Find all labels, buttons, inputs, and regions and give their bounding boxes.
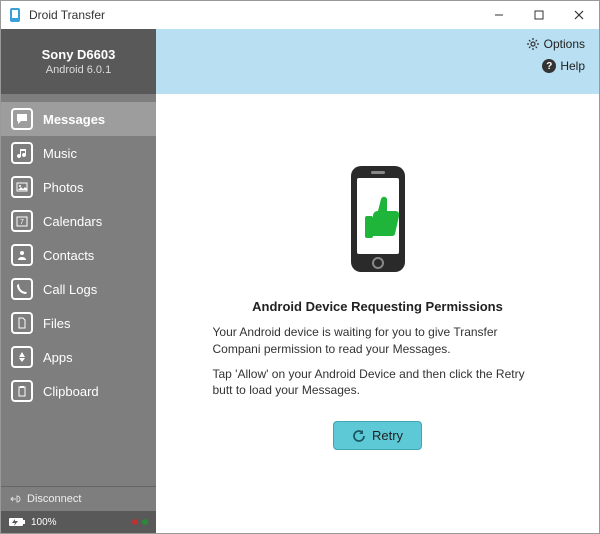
sidebar-item-label: Call Logs <box>43 282 97 297</box>
device-info: Sony D6603 Android 6.0.1 <box>1 29 156 94</box>
maximize-button[interactable] <box>519 1 559 29</box>
files-icon <box>11 312 33 334</box>
battery-percent: 100% <box>31 517 57 528</box>
help-label: Help <box>560 59 585 73</box>
clipboard-icon <box>11 380 33 402</box>
minimize-button[interactable] <box>479 1 519 29</box>
svg-text:7: 7 <box>20 219 24 226</box>
device-os: Android 6.0.1 <box>46 64 111 76</box>
permission-text-1: Your Android device is waiting for you t… <box>213 324 543 358</box>
window-title: Droid Transfer <box>29 8 479 22</box>
sidebar-item-messages[interactable]: Messages <box>1 102 156 136</box>
sidebar-item-contacts[interactable]: Contacts <box>1 238 156 272</box>
sidebar-item-label: Files <box>43 316 70 331</box>
sidebar-item-label: Clipboard <box>43 384 99 399</box>
message-icon <box>11 108 33 130</box>
sidebar-item-label: Music <box>43 146 77 161</box>
battery-icon <box>9 517 27 527</box>
sidebar-item-files[interactable]: Files <box>1 306 156 340</box>
content-area: Android Device Requesting Permissions Yo… <box>156 94 599 533</box>
main-panel: Options ? Help <box>156 29 599 533</box>
sidebar-item-label: Photos <box>43 180 83 195</box>
help-icon: ? <box>542 59 556 73</box>
retry-button[interactable]: Retry <box>333 421 422 450</box>
photo-icon <box>11 176 33 198</box>
app-window: Droid Transfer Sony D6603 Android 6.0.1 … <box>0 0 600 534</box>
sidebar-item-calendars[interactable]: 7 Calendars <box>1 204 156 238</box>
status-bar: 100% <box>1 511 156 533</box>
title-bar: Droid Transfer <box>1 1 599 29</box>
sidebar-item-label: Calendars <box>43 214 102 229</box>
sidebar: Sony D6603 Android 6.0.1 Messages Music <box>1 29 156 533</box>
phone-icon <box>11 278 33 300</box>
sidebar-item-photos[interactable]: Photos <box>1 170 156 204</box>
music-icon <box>11 142 33 164</box>
body: Sony D6603 Android 6.0.1 Messages Music <box>1 29 599 533</box>
gear-icon <box>526 37 540 51</box>
nav-list: Messages Music Photos 7 <box>1 94 156 486</box>
phone-thumbs-up-icon <box>343 164 413 279</box>
status-dots <box>132 519 148 525</box>
close-button[interactable] <box>559 1 599 29</box>
sidebar-item-label: Apps <box>43 350 73 365</box>
sidebar-item-label: Messages <box>43 112 105 127</box>
refresh-icon <box>352 429 366 443</box>
apps-icon <box>11 346 33 368</box>
options-label: Options <box>544 37 585 51</box>
retry-label: Retry <box>372 428 403 443</box>
options-link[interactable]: Options <box>526 37 585 51</box>
device-name: Sony D6603 <box>42 47 116 62</box>
sidebar-item-music[interactable]: Music <box>1 136 156 170</box>
permission-title: Android Device Requesting Permissions <box>252 299 503 314</box>
app-icon <box>7 7 23 23</box>
top-bar: Options ? Help <box>156 29 599 94</box>
status-dot-green <box>142 519 148 525</box>
sidebar-item-call-logs[interactable]: Call Logs <box>1 272 156 306</box>
disconnect-label: Disconnect <box>27 493 81 505</box>
help-link[interactable]: ? Help <box>542 59 585 73</box>
sidebar-item-apps[interactable]: Apps <box>1 340 156 374</box>
sidebar-item-label: Contacts <box>43 248 94 263</box>
disconnect-button[interactable]: Disconnect <box>1 487 156 511</box>
status-dot-red <box>132 519 138 525</box>
calendar-icon: 7 <box>11 210 33 232</box>
permission-text-2: Tap 'Allow' on your Android Device and t… <box>213 366 543 400</box>
sidebar-item-clipboard[interactable]: Clipboard <box>1 374 156 408</box>
contacts-icon <box>11 244 33 266</box>
sidebar-footer: Disconnect 100% <box>1 486 156 533</box>
